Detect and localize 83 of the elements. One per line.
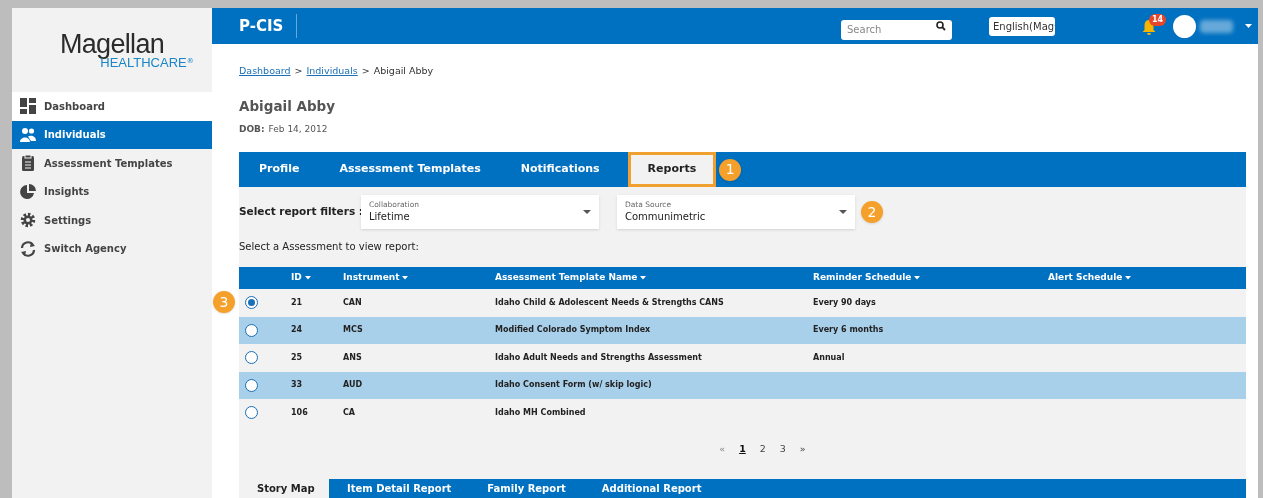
column-header[interactable]: Instrument xyxy=(343,271,495,285)
table-cell-text: 33 xyxy=(291,379,304,392)
avatar[interactable] xyxy=(1173,14,1196,38)
table-cell-text: Every 6 months xyxy=(813,324,885,337)
report-tab[interactable]: Family Report xyxy=(469,478,584,498)
settings-icon xyxy=(19,211,37,230)
column-header[interactable]: Assessment Template Name xyxy=(495,271,813,285)
table-cell-text: Modified Colorado Symptom Index xyxy=(495,324,652,337)
table-cell-text: ANS xyxy=(343,351,363,364)
table-cell-text: Every 90 days xyxy=(813,296,877,309)
people-icon xyxy=(19,125,37,144)
sidebar-item[interactable]: Insights xyxy=(12,177,212,206)
search-icon xyxy=(936,21,946,31)
table-cell-text: CA xyxy=(343,406,357,419)
sort-caret-icon xyxy=(304,276,311,280)
table-cell-text: MCS xyxy=(343,324,364,337)
tab[interactable]: Notifications xyxy=(508,152,612,187)
table-cell-text: 106 xyxy=(291,406,309,419)
notification-badge: 14 xyxy=(1149,14,1167,26)
radio-button[interactable] xyxy=(245,296,258,310)
breadcrumb-current: Abigail Abby xyxy=(373,64,434,78)
language-select[interactable]: English(Mag xyxy=(989,16,1055,36)
radio-button[interactable] xyxy=(245,351,258,365)
callout-number: 2 xyxy=(861,201,883,223)
dob-value: Feb 14, 2012 xyxy=(268,122,328,136)
logo-text: Magellan xyxy=(59,30,165,58)
previous-page-link[interactable]: « xyxy=(719,442,726,457)
table-cell-text: Idaho MH Combined xyxy=(495,406,587,419)
dob-label: DOB: xyxy=(239,122,265,136)
redacted-name xyxy=(1200,19,1233,33)
table-cell-text: 24 xyxy=(291,324,304,337)
callout-number: 3 xyxy=(213,291,235,313)
table-cell-text: Idaho Child & Adolescent Needs & Strengths CANS xyxy=(495,296,725,309)
column-header[interactable]: ID xyxy=(291,271,343,285)
search-field[interactable]: Search xyxy=(841,19,952,40)
page-link[interactable]: 1 xyxy=(739,442,746,457)
field-value: Communimetric xyxy=(625,210,707,224)
clipboard-icon xyxy=(19,154,37,173)
sort-caret-icon xyxy=(914,276,921,280)
sidebar-item[interactable]: Dashboard xyxy=(12,92,212,121)
report-tab[interactable]: Additional Report xyxy=(583,478,720,498)
column-header[interactable]: Reminder Schedule xyxy=(813,271,1048,285)
breadcrumb-link[interactable]: Dashboard xyxy=(239,64,291,79)
breadcrumb-separator: > xyxy=(294,64,303,78)
table-cell-text: Idaho Consent Form (w/ skip logic) xyxy=(495,379,653,392)
table-cell-text: 25 xyxy=(291,351,304,364)
instruction-text: Select a Assessment to view report: xyxy=(239,240,420,254)
table-cell-text: CAN xyxy=(343,296,363,309)
column-header[interactable]: Alert Schedule xyxy=(1048,271,1246,285)
tab[interactable]: Assessment Templates xyxy=(327,152,493,187)
dashboard-icon xyxy=(19,97,37,116)
radio-button[interactable] xyxy=(245,323,258,337)
pie-chart-icon xyxy=(19,182,37,201)
table-cell-text: AUD xyxy=(343,379,364,392)
table-cell-text: Annual xyxy=(813,351,846,364)
sidebar-item[interactable]: Settings xyxy=(12,206,212,235)
sort-caret-icon xyxy=(640,276,647,280)
app-title: P-CIS xyxy=(239,15,284,37)
person-name: Abigail Abby xyxy=(239,97,337,117)
page-link[interactable]: 2 xyxy=(759,442,766,457)
tab[interactable]: Profile xyxy=(247,152,312,187)
caret-icon[interactable] xyxy=(1245,23,1252,29)
sidebar-item[interactable]: Switch Agency xyxy=(12,234,212,263)
field-value: Lifetime xyxy=(369,210,411,224)
sync-icon xyxy=(19,239,37,258)
radio-button[interactable] xyxy=(245,378,258,392)
radio-button[interactable] xyxy=(245,406,258,420)
table-cell-text: Idaho Adult Needs and Strengths Assessment xyxy=(495,351,703,364)
sidebar-item[interactable]: Individuals xyxy=(12,120,212,149)
table-cell-text: 21 xyxy=(291,296,304,309)
report-tab[interactable]: Story Map xyxy=(239,478,329,498)
caret-icon xyxy=(839,209,847,215)
breadcrumb-link[interactable]: Individuals xyxy=(306,64,358,79)
tab[interactable]: Reports xyxy=(627,152,717,187)
sort-caret-icon xyxy=(1125,276,1132,280)
caret-icon xyxy=(583,209,591,215)
sidebar-item[interactable]: Assessment Templates xyxy=(12,149,212,178)
report-tab[interactable]: Item Detail Report xyxy=(329,478,470,498)
page-link[interactable]: 3 xyxy=(779,442,786,457)
sort-caret-icon xyxy=(402,276,409,280)
breadcrumb-separator: > xyxy=(361,64,370,78)
callout-number: 1 xyxy=(719,158,742,181)
next-page-link[interactable]: » xyxy=(799,442,806,457)
